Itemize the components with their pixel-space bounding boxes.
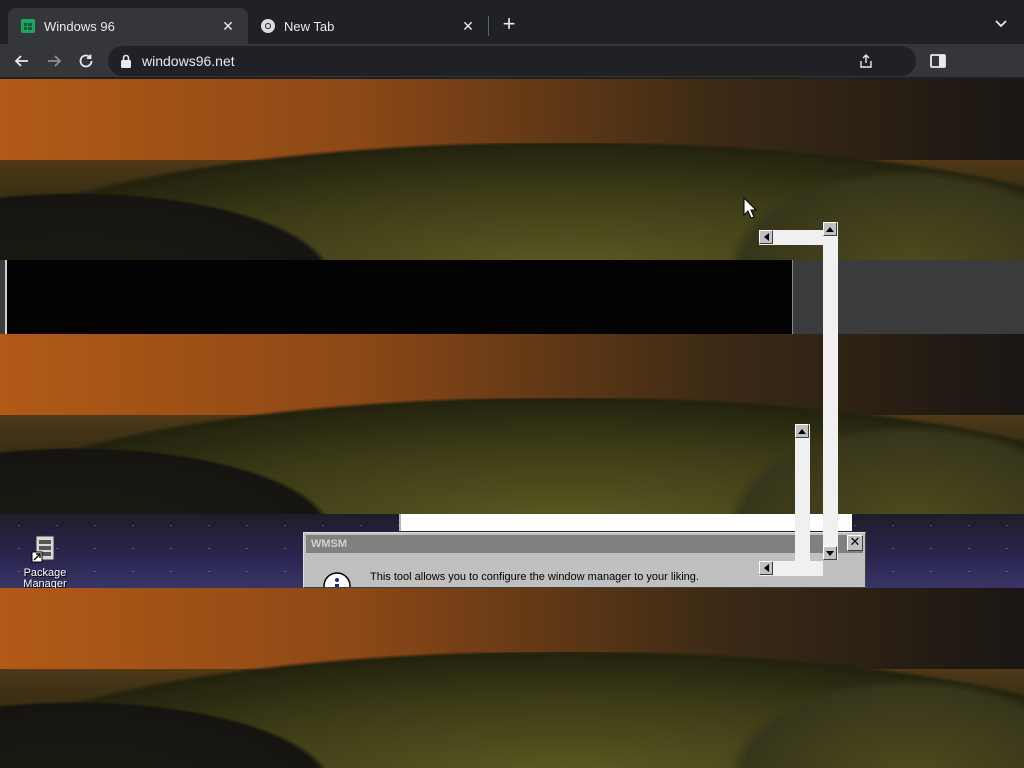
scroll-up-button[interactable] xyxy=(823,222,837,236)
dialog-close-button[interactable]: ✕ xyxy=(847,535,863,551)
window-fragment xyxy=(399,514,852,531)
arrow-up-icon xyxy=(826,226,834,232)
arrow-left-icon xyxy=(763,233,769,241)
back-button[interactable] xyxy=(10,49,34,73)
forward-button[interactable] xyxy=(42,49,66,73)
side-panel-icon[interactable] xyxy=(929,52,947,70)
address-bar[interactable]: windows96.net xyxy=(108,46,916,76)
tab-title: Windows 96 xyxy=(44,18,115,34)
tab-divider xyxy=(488,16,489,36)
close-tab-icon[interactable]: ✕ xyxy=(460,18,476,34)
browser-toolbar: windows96.net xyxy=(0,44,1024,78)
tab-new-tab[interactable]: New Tab ✕ xyxy=(248,8,488,44)
arrow-up-icon xyxy=(798,428,806,434)
horizontal-scrollbar[interactable] xyxy=(759,561,823,576)
url-text: windows96.net xyxy=(142,53,235,69)
tab-strip: Windows 96 ✕ New Tab ✕ + xyxy=(0,0,1024,44)
arrow-down-icon xyxy=(826,550,834,556)
wallpaper xyxy=(0,79,1024,260)
black-window-area xyxy=(5,260,793,334)
web-page-desktop[interactable]: Package Manager WMSM ✕ This tool allows … xyxy=(0,79,1024,768)
close-tab-icon[interactable]: ✕ xyxy=(220,18,236,34)
dialog-message: This tool allows you to configure the wi… xyxy=(370,571,699,583)
tab-search-chevron-icon[interactable] xyxy=(992,14,1010,32)
scroll-up-button[interactable] xyxy=(795,424,809,438)
share-icon[interactable] xyxy=(858,53,874,69)
scroll-left-button[interactable] xyxy=(759,230,773,244)
scroll-left-button[interactable] xyxy=(759,561,773,575)
reload-button[interactable] xyxy=(74,49,98,73)
dialog-title[interactable]: WMSM xyxy=(306,535,863,553)
tab-title: New Tab xyxy=(284,18,335,34)
windows96-icon xyxy=(20,18,36,34)
package-manager-icon xyxy=(30,534,60,564)
new-tab-button[interactable]: + xyxy=(498,13,520,36)
vertical-scrollbar[interactable] xyxy=(795,424,810,574)
forward-arrow-icon xyxy=(48,55,62,67)
lock-icon xyxy=(120,54,132,68)
horizontal-scrollbar[interactable] xyxy=(759,230,823,245)
tab-windows96[interactable]: Windows 96 ✕ xyxy=(8,8,248,44)
info-icon xyxy=(322,571,352,587)
mouse-cursor-icon xyxy=(743,197,757,219)
reload-icon xyxy=(79,54,93,68)
scroll-down-button[interactable] xyxy=(823,546,837,560)
vertical-scrollbar[interactable] xyxy=(823,222,838,560)
wallpaper xyxy=(0,334,1024,514)
glitch-window-region xyxy=(0,260,1024,334)
wmsm-dialog[interactable]: WMSM ✕ This tool allows you to configure… xyxy=(303,532,866,588)
back-arrow-icon xyxy=(14,55,28,67)
chrome-icon xyxy=(260,18,276,34)
desktop-icon-package-manager[interactable]: Package Manager xyxy=(18,534,72,590)
desktop-icon-label: Package Manager xyxy=(23,567,67,590)
arrow-left-icon xyxy=(763,564,769,572)
wallpaper xyxy=(0,588,1024,768)
